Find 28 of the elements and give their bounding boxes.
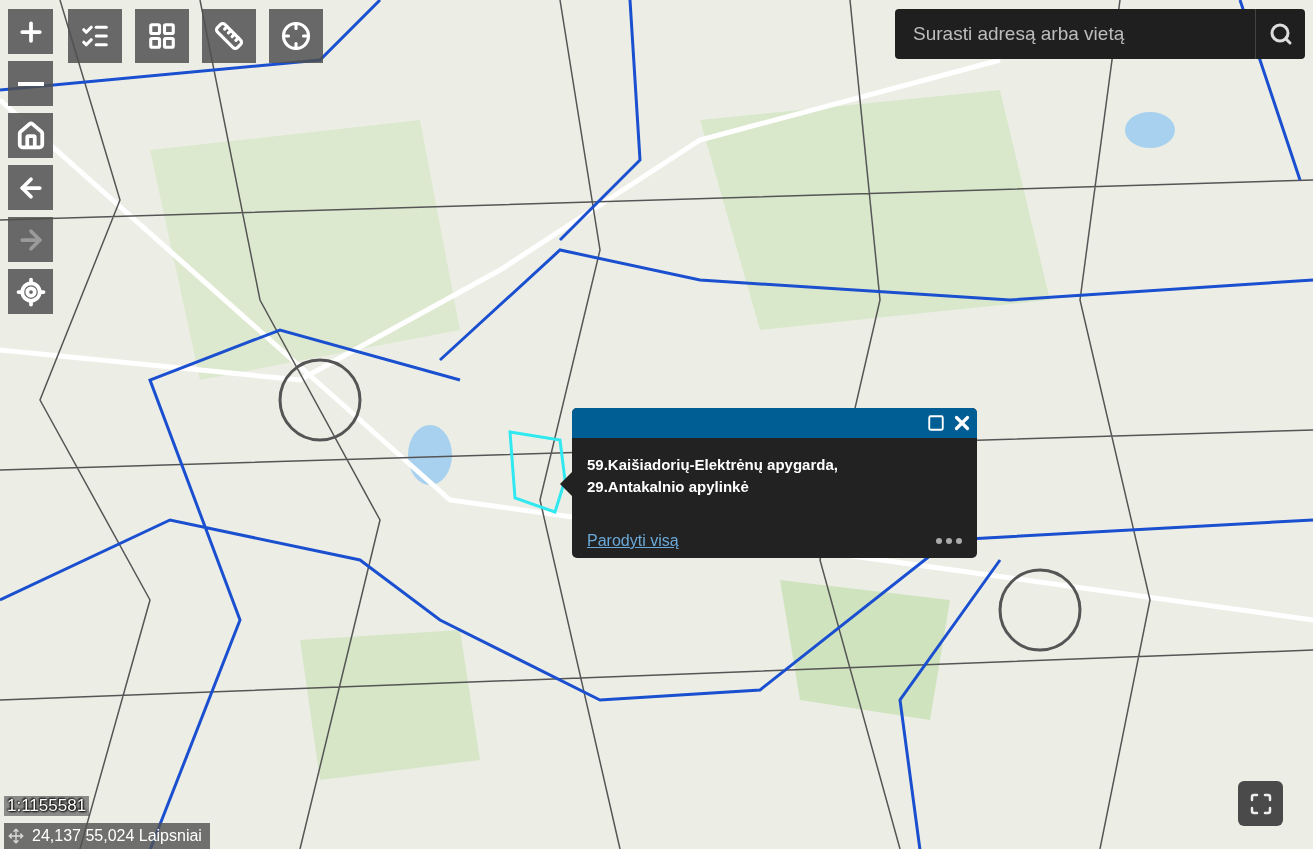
search-button[interactable] <box>1255 9 1305 59</box>
zoom-out-button[interactable] <box>8 61 53 106</box>
maximize-button[interactable] <box>927 414 945 432</box>
layers-button[interactable] <box>68 9 122 63</box>
basemap-button[interactable] <box>135 9 189 63</box>
fullscreen-button[interactable] <box>1238 781 1283 826</box>
fullscreen-icon <box>1248 791 1273 816</box>
show-all-link[interactable]: Parodyti visą <box>587 532 679 550</box>
ruler-icon <box>214 21 244 51</box>
measure-button[interactable] <box>202 9 256 63</box>
back-button[interactable] <box>8 165 53 210</box>
scale-text: 1:1155581 <box>4 796 90 816</box>
coordinate-button[interactable] <box>269 9 323 63</box>
popup-text: 29.Antakalnio apylinkė <box>587 477 750 497</box>
home-icon <box>15 120 46 151</box>
coordinates-text: 24,137 55,024 Laipsniai <box>32 827 202 845</box>
ellipsis-icon <box>936 538 962 544</box>
search-icon <box>1268 22 1293 46</box>
window-icon <box>927 414 945 432</box>
zoom-out-icon <box>17 81 44 86</box>
popup-text: 59.Kaišiadorių-Elektrėnų apygarda, <box>587 455 839 475</box>
locate-button[interactable] <box>8 269 53 314</box>
grid-icon <box>147 21 177 51</box>
locate-icon <box>15 276 46 307</box>
zoom-in-button[interactable] <box>8 9 53 54</box>
search-field[interactable]: Surasti adresą arba vietą <box>895 9 1255 59</box>
more-button[interactable] <box>936 538 962 544</box>
home-button[interactable] <box>8 113 53 158</box>
